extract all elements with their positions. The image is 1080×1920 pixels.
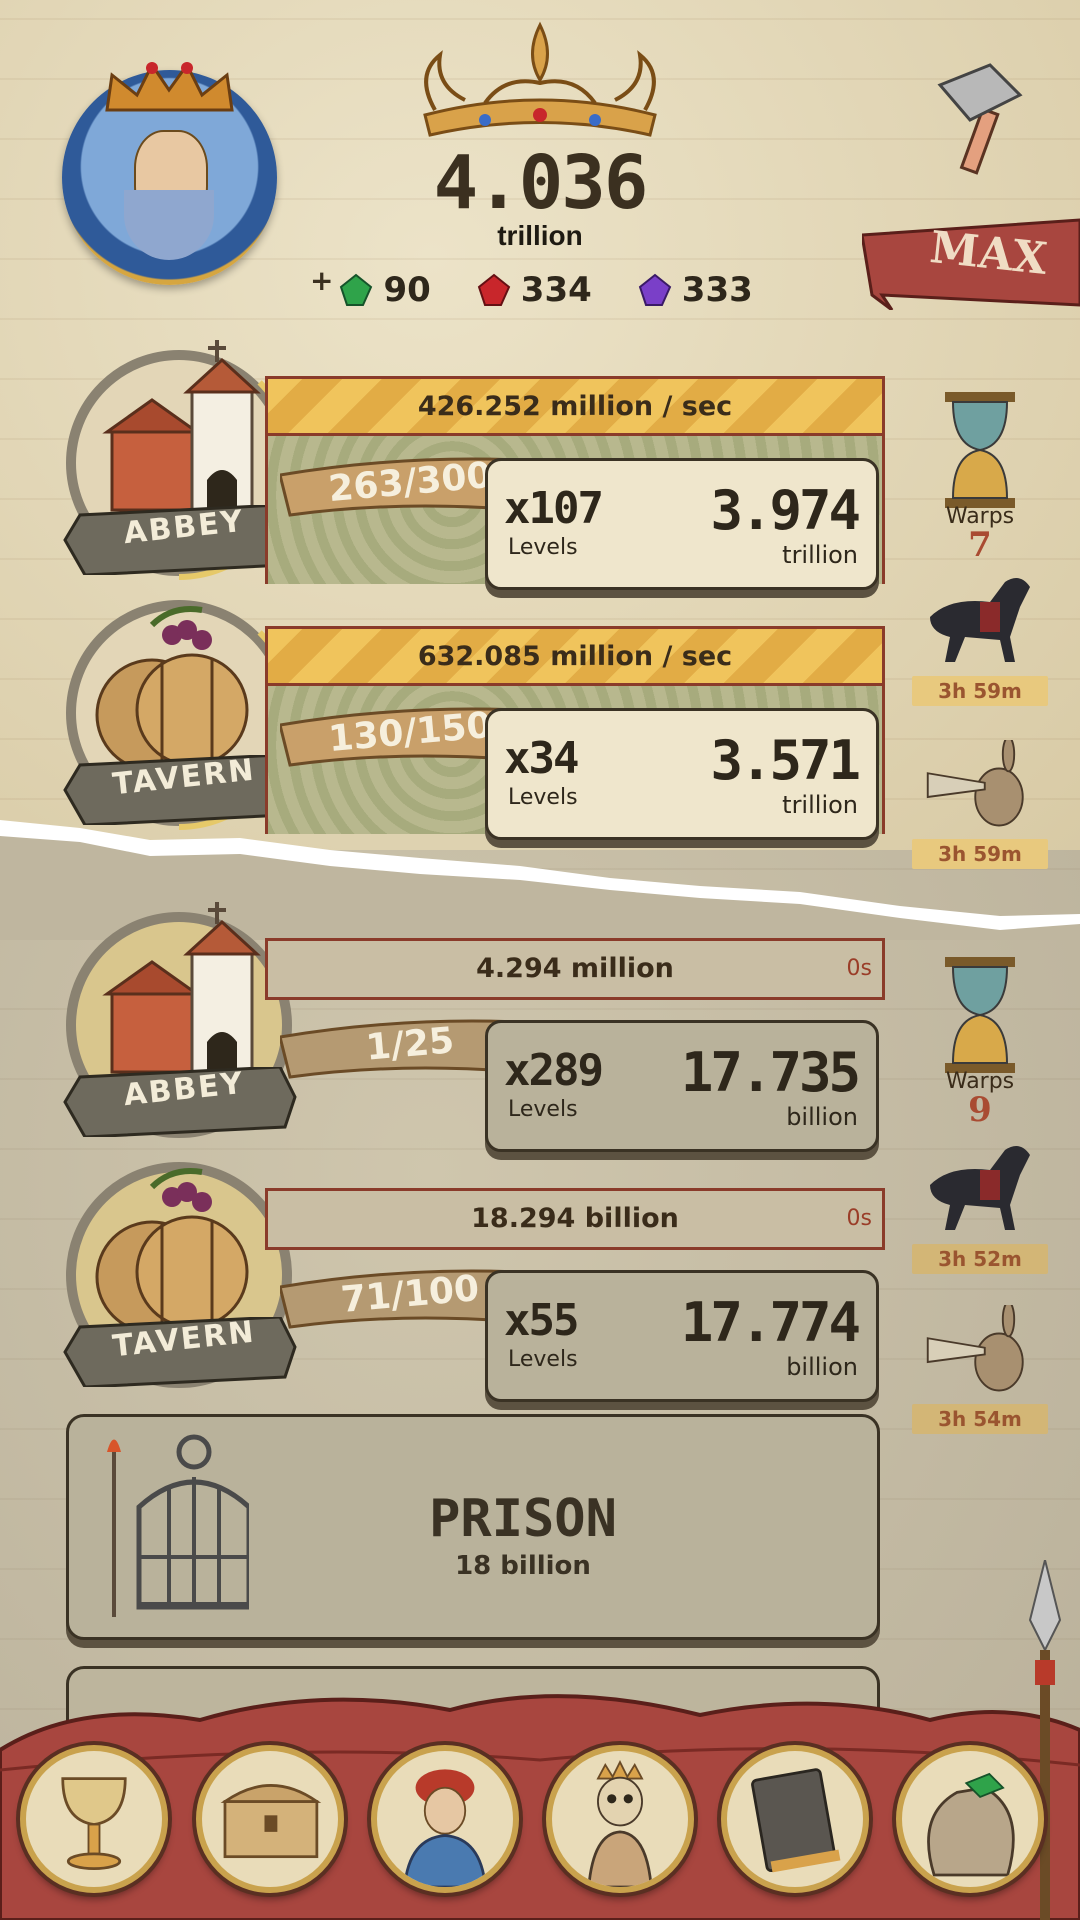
upgrade-cost-value: 17.774 (680, 1291, 861, 1354)
horse-timer: 3h 59m (912, 676, 1048, 706)
currency-unit: trillion (497, 220, 583, 251)
prison-title: PRISON (429, 1489, 617, 1549)
red-gem-icon (477, 273, 511, 306)
levels-label: Levels (508, 535, 578, 560)
green-gem-icon (340, 273, 373, 306)
income-amount: 18.294 billion (471, 1203, 679, 1234)
income-rate-bar: 426.252 million / sec (265, 376, 885, 436)
red-gem-count: 334 (520, 270, 592, 310)
building-row-abbey-next[interactable]: ABBEY 4.294 million 0s 1/25 x289 Levels … (60, 902, 890, 1152)
horse-timer: 3h 52m (912, 1244, 1048, 1274)
income-timer: 0s (846, 956, 872, 981)
upgrade-button[interactable]: x289 Levels 17.735 billion (485, 1020, 879, 1152)
green-gem-count: 90 (383, 270, 431, 310)
upgrade-cost-value: 17.735 (680, 1041, 861, 1104)
horse-boost-button[interactable]: 3h 52m (900, 1130, 1060, 1274)
prison-cost: 18 billion (455, 1551, 591, 1581)
currency-value: 4.036 (433, 140, 649, 226)
building-row-abbey[interactable]: ABBEY 426.252 million / sec 263/300 x107… (60, 340, 890, 590)
gem-counters[interactable]: + 90 334 333 (310, 264, 799, 315)
warps-count: 9 (968, 1090, 992, 1130)
warps-count: 7 (968, 525, 992, 565)
hammer-icon[interactable] (930, 60, 1040, 180)
warps-button[interactable]: Warps 7 (900, 390, 1060, 565)
level-multiplier: x289 (504, 1045, 604, 1096)
add-gems-icon[interactable]: + (310, 264, 333, 297)
upgrade-cost-value: 3.571 (710, 729, 861, 792)
upgrade-button[interactable]: x107 Levels 3.974 trillion (485, 458, 879, 590)
level-multiplier: x55 (504, 1295, 579, 1346)
horse-boost-button[interactable]: 3h 59m (900, 562, 1060, 706)
hourglass-icon (945, 392, 1015, 508)
building-row-tavern[interactable]: TAVERN 632.085 million / sec 130/150 x34… (60, 590, 890, 840)
nav-book-button[interactable] (721, 1745, 869, 1893)
levels-label: Levels (508, 1097, 578, 1122)
upgrade-cost-unit: billion (786, 1353, 858, 1381)
purple-gem-icon (638, 273, 672, 306)
warps-button[interactable]: Warps 9 (900, 955, 1060, 1130)
crown-icon (423, 21, 657, 137)
horse-icon (930, 578, 1030, 662)
skeleton-king-icon (587, 1759, 653, 1887)
nav-skeleton-king-button[interactable] (546, 1745, 694, 1893)
level-multiplier: x34 (504, 733, 579, 784)
income-amount: 4.294 million (476, 953, 674, 984)
income-rate-bar: 632.085 million / sec (265, 626, 885, 686)
chalice-icon (61, 1777, 127, 1870)
income-rate-bar: 4.294 million 0s (265, 938, 885, 1000)
income-rate: 632.085 million / sec (417, 641, 733, 672)
upgrade-button[interactable]: x55 Levels 17.774 billion (485, 1270, 879, 1402)
income-rate: 426.252 million / sec (417, 391, 733, 422)
levels-label: Levels (508, 1347, 578, 1372)
purple-gem-count: 333 (681, 270, 753, 310)
nav-chalice-button[interactable] (20, 1745, 168, 1893)
rabbit-trumpet-icon (926, 1301, 1024, 1392)
sack-icon (927, 1772, 1015, 1877)
level-multiplier: x107 (504, 483, 604, 534)
income-timer: 0s (846, 1206, 872, 1231)
nav-chest-button[interactable] (196, 1745, 344, 1893)
herald-timer: 3h 54m (912, 1404, 1048, 1434)
king-portrait[interactable] (62, 62, 277, 285)
income-rate-bar: 18.294 billion 0s (265, 1188, 885, 1250)
king-beard (124, 190, 214, 260)
building-row-tavern-next[interactable]: TAVERN 18.294 billion 0s 71/100 x55 Leve… (60, 1152, 890, 1402)
herald-boost-button[interactable]: 3h 54m (900, 1301, 1060, 1434)
upgrade-cost-unit: billion (786, 1103, 858, 1131)
spear-icon (1028, 1560, 1062, 1920)
nav-sack-button[interactable] (896, 1745, 1044, 1893)
prison-unlock-button[interactable]: PRISON 18 billion (66, 1414, 880, 1640)
book-icon (751, 1768, 841, 1873)
portrait-crown-icon (105, 62, 234, 112)
hourglass-icon (945, 957, 1015, 1073)
nav-noble-button[interactable] (371, 1745, 519, 1893)
horse-icon (930, 1146, 1030, 1230)
upgrade-cost-unit: trillion (782, 541, 858, 569)
chest-icon (220, 1784, 322, 1859)
noble-icon (403, 1769, 487, 1887)
upgrade-cost-value: 3.974 (710, 479, 861, 542)
